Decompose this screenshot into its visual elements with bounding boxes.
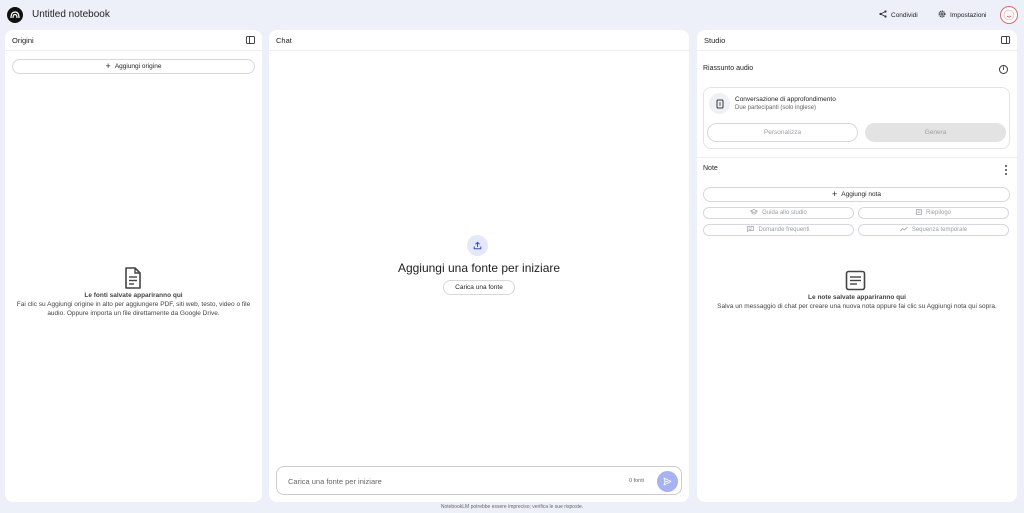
notebooklm-logo-icon[interactable] [7,7,23,23]
settings-label: Impostazioni [950,11,987,19]
study-guide-button[interactable]: Guida allo studio [703,207,854,219]
notes-title: Note [703,165,718,172]
customize-label: Personalizza [763,129,802,136]
timeline-label: Sequenza temporale [911,227,968,233]
add-note-button[interactable]: + Aggiungi nota [703,187,1010,202]
panel-toggle-icon[interactable] [246,36,255,44]
info-icon[interactable]: i [999,65,1008,74]
share-label: Condividi [891,11,918,19]
studio-title: Studio [704,36,726,45]
upload-source-button[interactable]: Carica una fonte [443,280,515,295]
disclaimer: NotebookLM potrebbe essere impreciso; ve… [440,504,584,510]
summary-icon [916,209,922,217]
studio-panel-header: Studio [697,30,1017,51]
settings-button[interactable]: Impostazioni [932,7,993,23]
divider [697,157,1017,158]
chat-bubble-icon [747,226,755,234]
sources-empty-description: Fai clic su Aggiungi origine in alto per… [16,301,251,317]
upload-source-label: Carica una fonte [455,284,503,291]
send-icon [663,473,672,491]
share-button[interactable]: Condividi [873,7,924,23]
document-icon [124,267,142,294]
summary-button[interactable]: Riepilogo [858,207,1009,219]
notebook-title[interactable]: Untitled notebook [32,9,110,20]
notes-empty-title: Le note salvate appariranno qui [808,294,906,301]
audio-file-icon [709,93,730,114]
chat-input-placeholder: Carica una fonte per iniziare [288,477,382,486]
chat-panel-header: Chat [269,30,689,51]
sources-empty-title: Le fonti salvate appariranno qui [84,292,183,299]
add-source-label: Aggiungi origine [114,63,162,70]
avatar[interactable] [1000,6,1018,24]
share-icon [879,10,887,20]
add-note-label: Aggiungi nota [841,191,882,198]
generate-label: Genera [924,129,947,136]
faq-label: Domande frequenti [758,227,810,233]
audio-card-title: Conversazione di approfondimento [735,96,836,103]
study-guide-label: Guida allo studio [762,210,807,216]
sources-panel-header: Origini [5,30,262,51]
graduation-cap-icon [749,209,759,217]
top-bar: Untitled notebook Condividi Impostazioni [0,0,1024,30]
gear-icon [938,10,946,20]
audio-overview-card: Conversazione di approfondimento Due par… [703,87,1010,149]
studio-panel: Studio Riassunto audio i Conversazione d… [697,30,1017,502]
sources-panel: Origini + Aggiungi origine Le fonti salv… [5,30,262,502]
plus-icon: + [105,61,111,71]
sources-title: Origini [12,36,34,45]
more-vert-icon[interactable] [1004,165,1007,175]
audio-overview-title: Riassunto audio [703,65,754,72]
chat-input[interactable]: Carica una fonte per iniziare 0 fonti [276,466,682,495]
customize-button[interactable]: Personalizza [707,123,858,142]
timeline-icon [900,226,908,234]
source-count: 0 fonti [629,478,644,484]
generate-button[interactable]: Genera [865,123,1006,142]
plus-icon: + [831,189,838,199]
chat-panel: Chat Aggiungi una fonte per iniziare Car… [269,30,689,502]
notes-document-icon [845,270,866,296]
panel-toggle-icon[interactable] [1001,36,1010,44]
upload-icon[interactable] [467,235,488,256]
timeline-button[interactable]: Sequenza temporale [858,224,1009,236]
chat-title: Chat [276,36,292,45]
notes-empty-description: Salva un messaggio di chat per creare un… [717,303,997,310]
faq-button[interactable]: Domande frequenti [703,224,854,236]
summary-label: Riepilogo [925,210,952,216]
chat-empty-heading: Aggiungi una fonte per iniziare [397,261,561,275]
audio-card-subtitle: Due partecipanti (solo inglese) [735,105,817,111]
add-source-button[interactable]: + Aggiungi origine [12,59,255,74]
send-button[interactable] [657,471,678,492]
